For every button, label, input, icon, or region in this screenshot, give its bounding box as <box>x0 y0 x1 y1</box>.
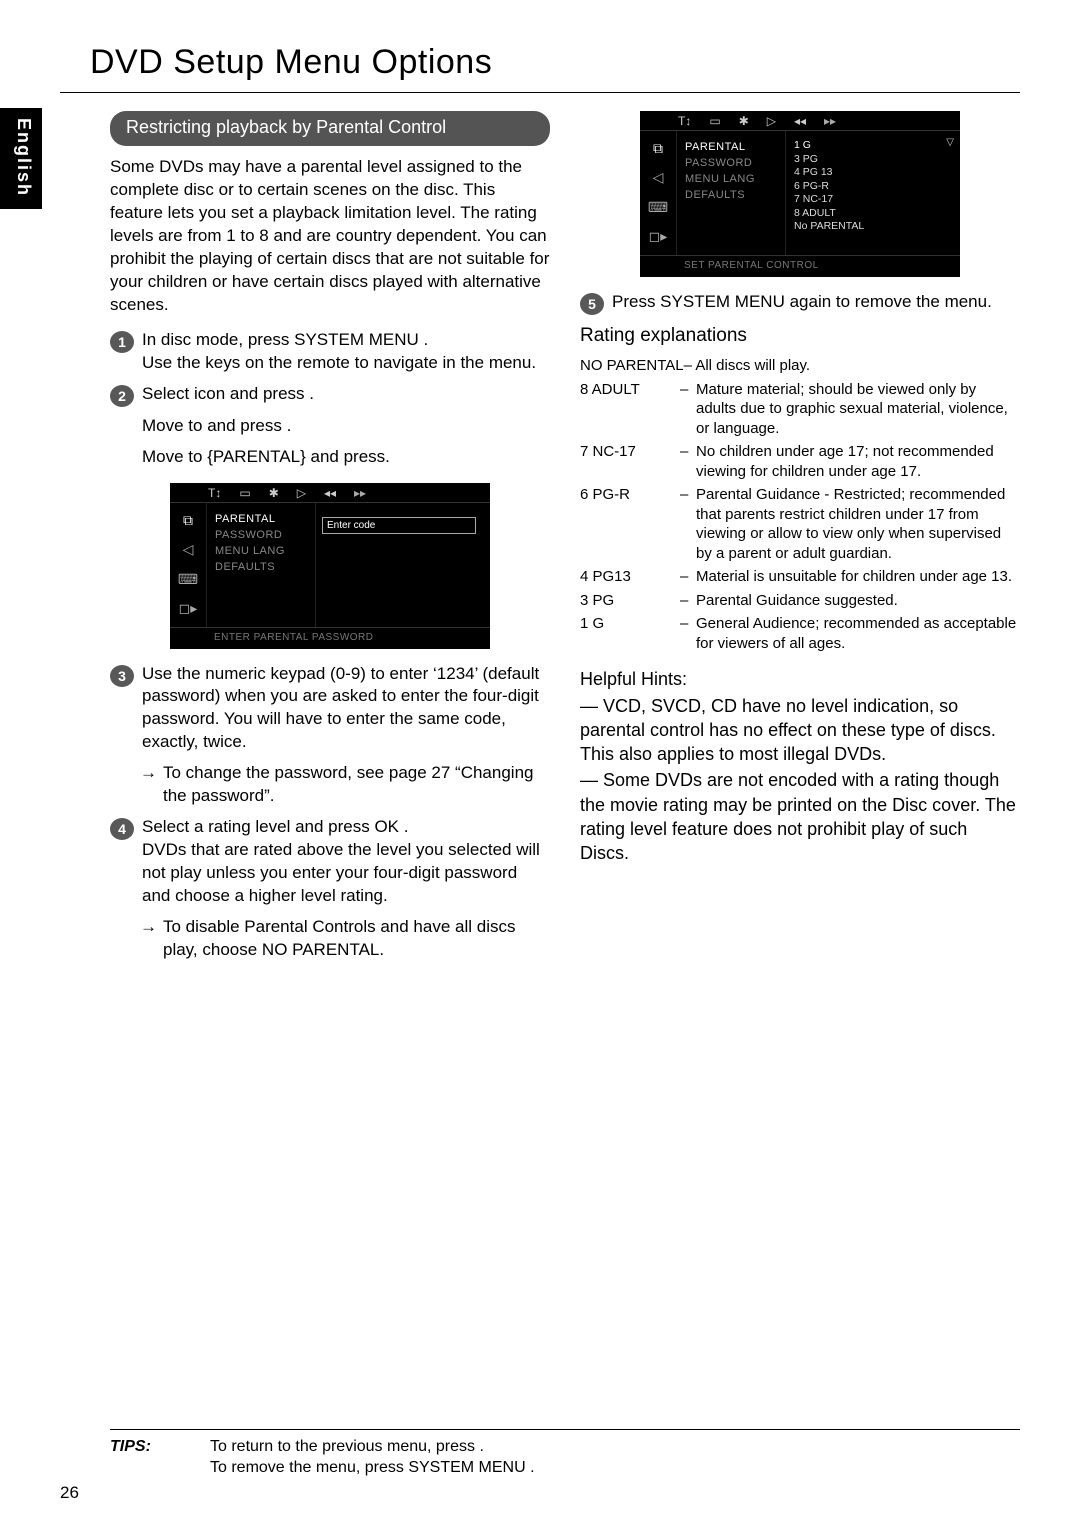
hint-1: — VCD, SVCD, CD have no level indication… <box>580 694 1020 767</box>
osd1-topbar: T↕ ▭ ✱ ▷ ◂◂ ▸▸ <box>170 483 490 503</box>
section-header: Restricting playback by Parental Control <box>110 111 550 147</box>
tips-bar: TIPS: To return to the previous menu, pr… <box>110 1429 1020 1479</box>
step5-body: Press SYSTEM MENU again to remove the me… <box>612 291 1020 315</box>
osd-preview-2: T↕ ▭ ✱ ▷ ◂◂ ▸▸ ⧉ ◁ ⌨ ◻▸ PARENTAL PASSWOR… <box>640 111 960 277</box>
tips-label: TIPS: <box>110 1436 210 1479</box>
step-4: 4 Select a rating level and press OK . D… <box>110 816 550 908</box>
step-number-4: 4 <box>110 818 134 840</box>
step-number-3: 3 <box>110 665 134 687</box>
rating-row: 3 PG–Parental Guidance suggested. <box>580 591 1020 611</box>
ratings-heading: Rating explanations <box>580 323 1020 349</box>
step-5: 5 Press SYSTEM MENU again to remove the … <box>580 291 1020 315</box>
osd1-sidebar: ⧉ ◁ ⌨ ◻▸ <box>170 503 206 627</box>
step-3: 3 Use the numeric keypad (0-9) to enter … <box>110 663 550 755</box>
osd2-options: ▽ 1 G 3 PG 4 PG 13 6 PG-R 7 NC-17 8 ADUL… <box>786 131 960 255</box>
hints-heading: Helpful Hints: <box>580 667 1020 691</box>
osd2-topbar: T↕ ▭ ✱ ▷ ◂◂ ▸▸ <box>640 111 960 131</box>
step4-sub: To disable Parental Controls and have al… <box>140 916 550 962</box>
osd-preview-1: T↕ ▭ ✱ ▷ ◂◂ ▸▸ ⧉ ◁ ⌨ ◻▸ PARENTAL PASSWOR… <box>170 483 490 649</box>
step1-line2: Use the keys on the remote to navigate i… <box>142 353 536 372</box>
step3-sub: To change the password, see page 27 “Cha… <box>140 762 550 808</box>
rating-no-parental: NO PARENTAL – All discs will play. <box>580 356 1020 376</box>
intro-paragraph: Some DVDs may have a parental level assi… <box>110 156 550 317</box>
step-number-5: 5 <box>580 293 604 315</box>
step4-line2: DVDs that are rated above the level you … <box>142 840 540 905</box>
step1-line1: In disc mode, press SYSTEM MENU . <box>142 330 428 349</box>
step-number-1: 1 <box>110 331 134 353</box>
step2-line1: Select icon and press . <box>142 383 550 407</box>
left-column: Restricting playback by Parental Control… <box>60 111 550 970</box>
osd1-enter-code: Enter code <box>322 517 476 534</box>
step-2: 2 Select icon and press . <box>110 383 550 407</box>
step2-sub1: Move to and press . <box>142 415 550 438</box>
osd2-sidebar: ⧉ ◁ ⌨ ◻▸ <box>640 131 676 255</box>
step2-sub2: Move to {PARENTAL} and press. <box>142 446 550 469</box>
page-number: 26 <box>60 1482 79 1505</box>
osd1-content: Enter code <box>316 503 490 627</box>
language-tab: English <box>0 108 42 209</box>
tips-text: To return to the previous menu, press . … <box>210 1436 1020 1479</box>
step-1: 1 In disc mode, press SYSTEM MENU . Use … <box>110 329 550 375</box>
hint-2: — Some DVDs are not encoded with a ratin… <box>580 768 1020 865</box>
page-title: DVD Setup Menu Options <box>90 40 1020 86</box>
dropdown-icon: ▽ <box>946 137 954 148</box>
title-rule <box>60 92 1020 93</box>
osd2-status: SET PARENTAL CONTROL <box>640 255 960 277</box>
osd1-menu: PARENTAL PASSWORD MENU LANG DEFAULTS <box>206 503 316 627</box>
rating-row: 6 PG-R–Parental Guidance - Restricted; r… <box>580 485 1020 563</box>
osd2-menu: PARENTAL PASSWORD MENU LANG DEFAULTS <box>676 131 786 255</box>
rating-row: 7 NC-17–No children under age 17; not re… <box>580 442 1020 481</box>
step-number-2: 2 <box>110 385 134 407</box>
right-column: T↕ ▭ ✱ ▷ ◂◂ ▸▸ ⧉ ◁ ⌨ ◻▸ PARENTAL PASSWOR… <box>580 111 1020 970</box>
step3-body: Use the numeric keypad (0-9) to enter ‘1… <box>142 663 550 755</box>
rating-row: 8 ADULT–Mature material; should be viewe… <box>580 380 1020 439</box>
step4-line1: Select a rating level and press OK . <box>142 817 408 836</box>
osd1-status: ENTER PARENTAL PASSWORD <box>170 627 490 649</box>
rating-row: 1 G–General Audience; recommended as acc… <box>580 614 1020 653</box>
rating-row: 4 PG13–Material is unsuitable for childr… <box>580 567 1020 587</box>
